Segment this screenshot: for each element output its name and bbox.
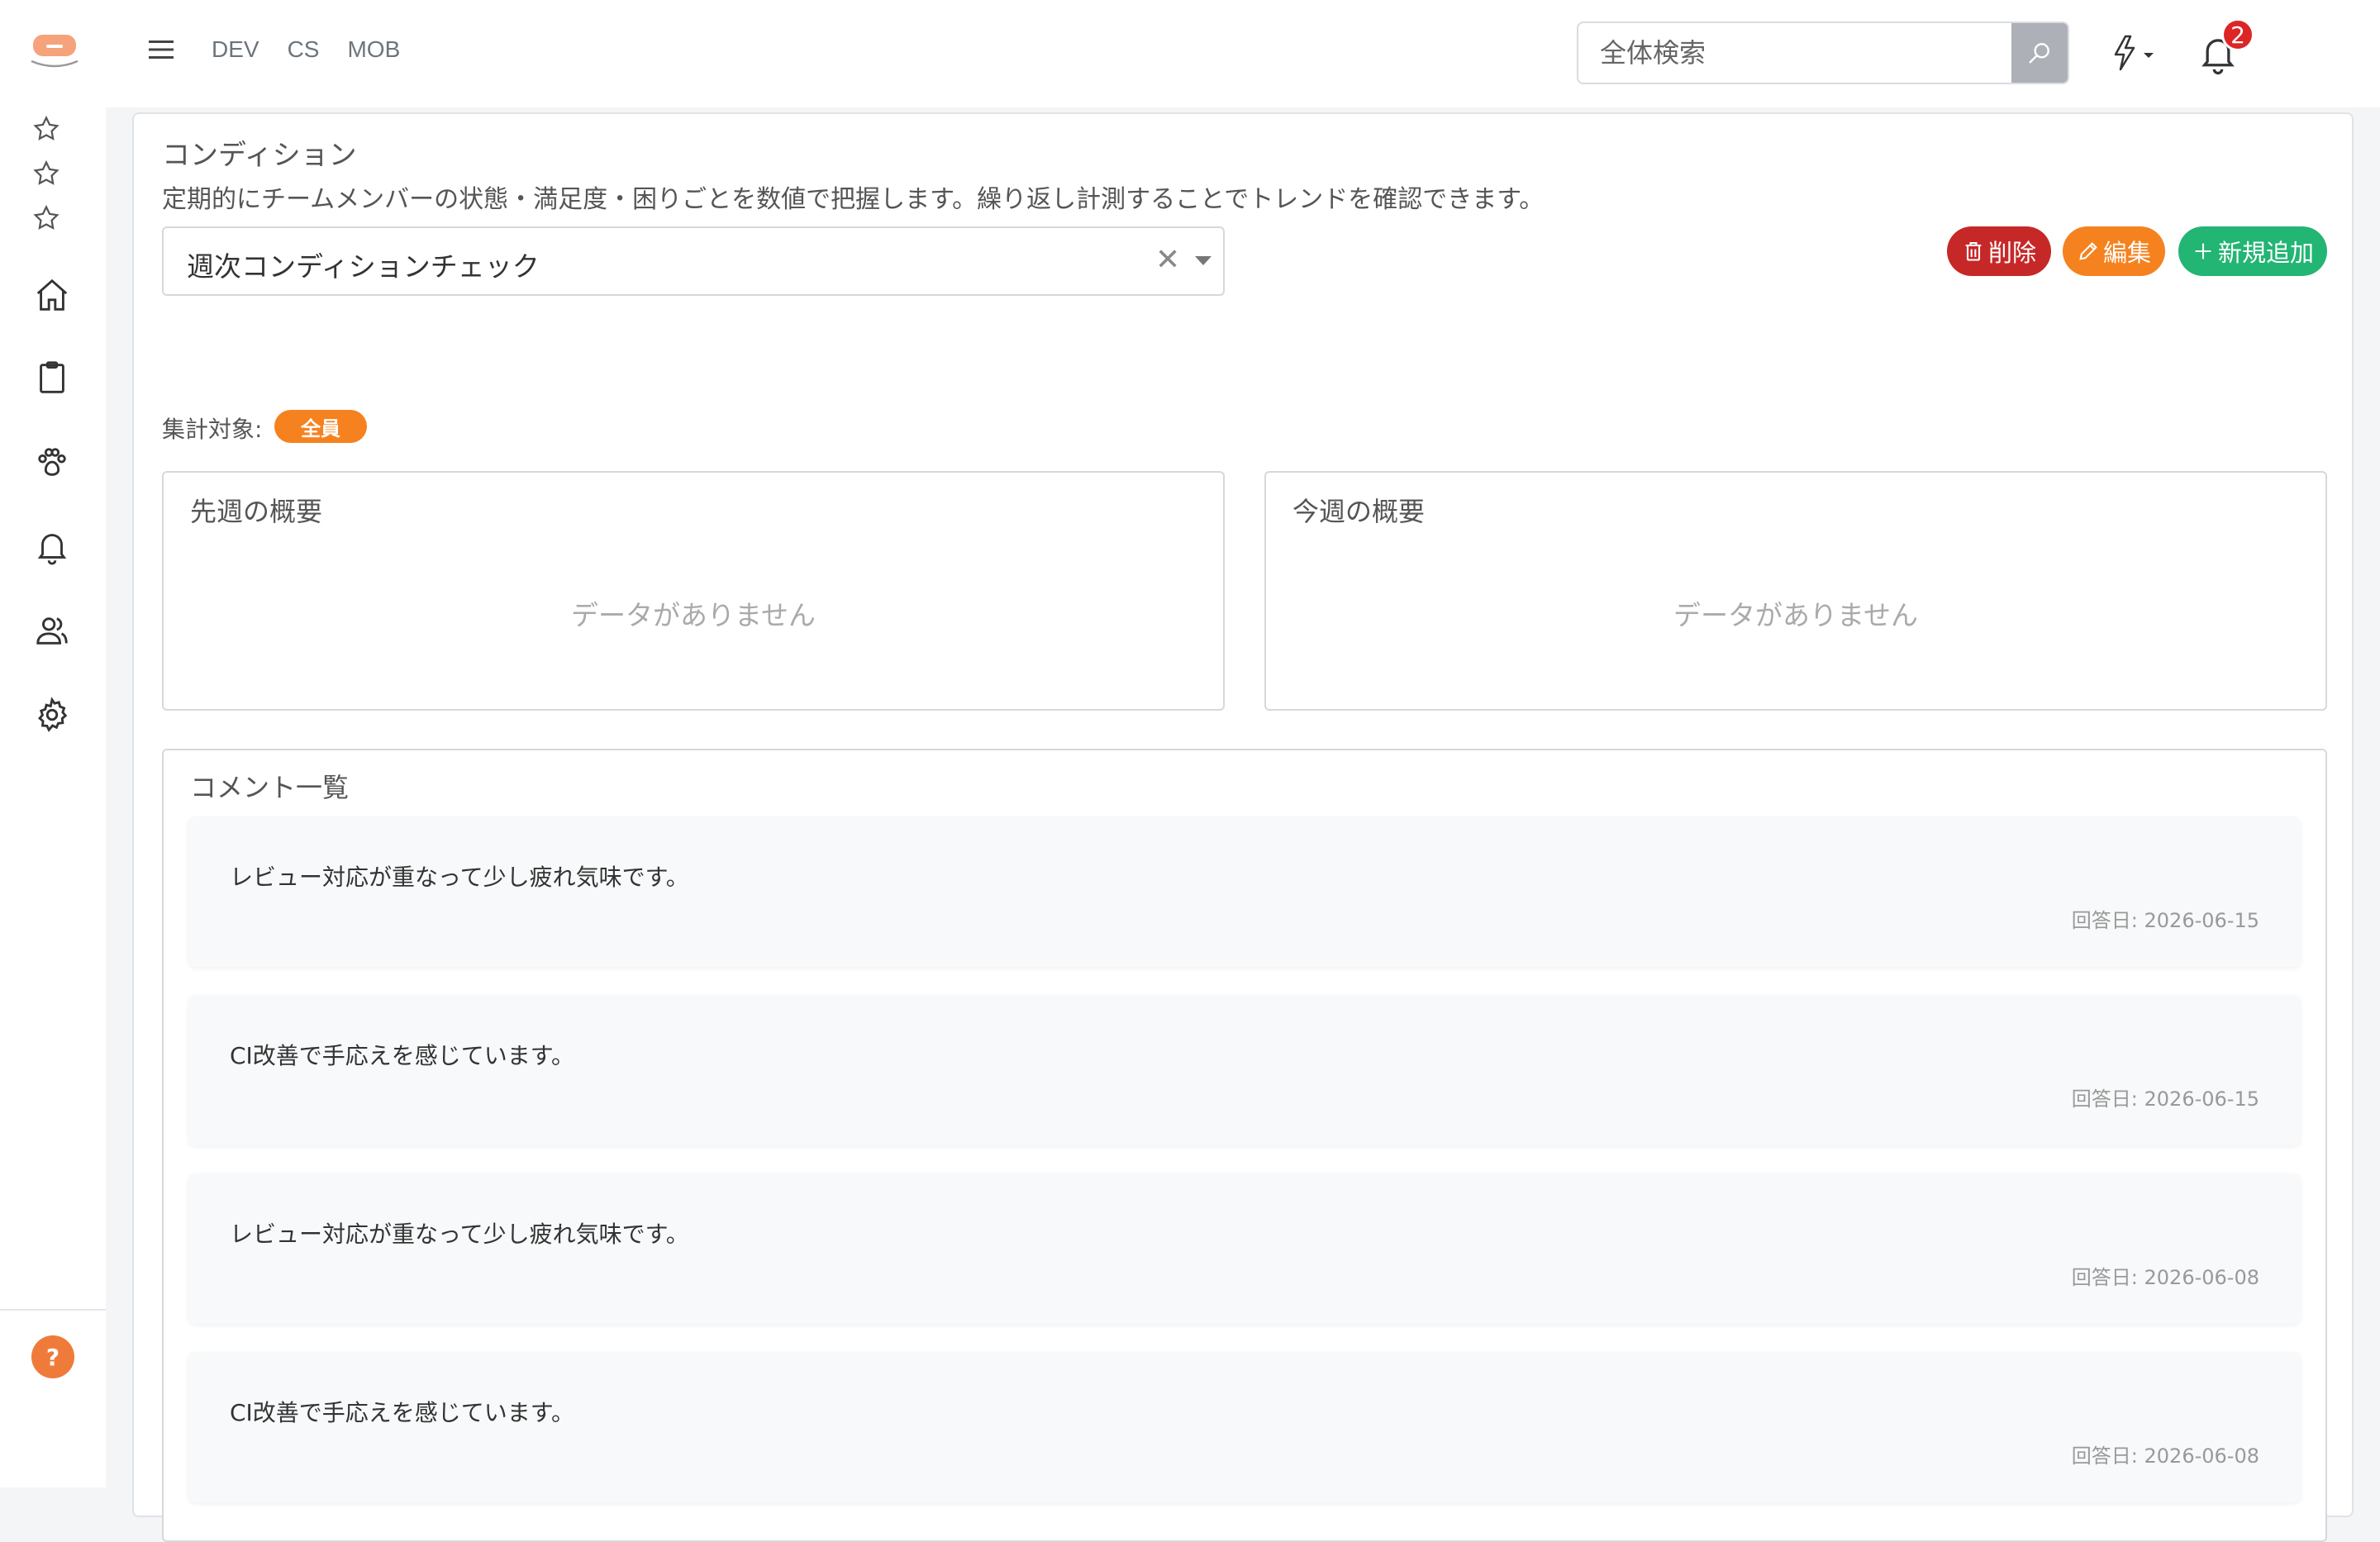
empty-message: データがありません <box>1673 599 1918 631</box>
comment-text: CI改善で手応えを感じています。 <box>230 1042 575 1069</box>
comment-text: レビュー対応が重なって少し疲れ気味です。 <box>230 1221 689 1248</box>
summary-title: 今週の概要 <box>1292 496 1426 527</box>
notification-count-badge: 2 <box>2221 18 2254 51</box>
summary-title: 先週の概要 <box>190 496 323 527</box>
nav-link-mob[interactable]: MOB <box>347 36 400 63</box>
top-header: DEV CS MOB 2 A <box>106 0 2380 107</box>
chevron-down-icon[interactable] <box>1195 256 1211 265</box>
comment-date: 回答日: 2026-06-08 <box>2071 1444 2259 1468</box>
survey-select[interactable]: 週次コンディションチェック ✕ <box>162 226 1225 296</box>
clipboard-icon[interactable] <box>33 359 71 397</box>
add-new-button[interactable]: 新規追加 <box>2178 226 2327 276</box>
help-button[interactable]: ? <box>31 1335 74 1378</box>
quick-actions-button[interactable] <box>2104 30 2162 76</box>
menu-icon[interactable] <box>149 38 174 61</box>
comment-list: コメント一覧 レビュー対応が重なって少し疲れ気味です。 回答日: 2026-06… <box>162 749 2327 1542</box>
survey-select-value: 週次コンディションチェック <box>187 250 540 283</box>
bell-icon[interactable] <box>33 527 71 565</box>
comment-date: 回答日: 2026-06-15 <box>2071 1087 2259 1111</box>
comment-list-title: コメント一覧 <box>190 772 350 803</box>
sidebar: ? <box>0 0 106 1487</box>
app-logo[interactable] <box>30 31 79 73</box>
favorite-star-icon[interactable] <box>31 203 61 233</box>
project-nav: DEV CS MOB <box>212 36 428 63</box>
search-input[interactable] <box>1578 23 2013 83</box>
clear-icon[interactable]: ✕ <box>1155 243 1180 277</box>
page-description: 定期的にチームメンバーの状態・満足度・困りごとを数値で把握します。繰り返し計測す… <box>162 185 1545 214</box>
nav-link-cs[interactable]: CS <box>288 36 320 63</box>
comment-text: レビュー対応が重なって少し疲れ気味です。 <box>230 864 689 891</box>
edit-button[interactable]: 編集 <box>2063 226 2165 276</box>
comment-item: レビュー対応が重なって少し疲れ気味です。 回答日: 2026-06-15 <box>188 816 2301 967</box>
edit-button-label: 編集 <box>2102 239 2151 267</box>
target-label: 集計対象: <box>162 416 263 443</box>
search-button[interactable] <box>2011 23 2068 83</box>
plus-icon <box>2195 243 2211 259</box>
users-icon[interactable] <box>33 612 71 650</box>
sidebar-divider <box>0 1309 106 1311</box>
empty-message: データがありません <box>570 599 816 631</box>
bolt-icon <box>2114 35 2154 71</box>
home-icon[interactable] <box>33 276 71 314</box>
paw-icon[interactable] <box>33 443 71 481</box>
page-title: コンディション <box>162 139 357 172</box>
comment-date: 回答日: 2026-06-15 <box>2071 909 2259 932</box>
global-search <box>1577 21 2069 84</box>
comment-item: CI改善で手応えを感じています。 回答日: 2026-06-08 <box>188 1352 2301 1502</box>
this-week-summary: 今週の概要 データがありません <box>1264 471 2327 711</box>
target-badge: 全員 <box>274 410 367 443</box>
condition-panel: コンディション 定期的にチームメンバーの状態・満足度・困りごとを数値で把握します… <box>132 112 2354 1542</box>
comment-date: 回答日: 2026-06-08 <box>2071 1266 2259 1289</box>
gear-icon[interactable] <box>33 696 71 734</box>
last-week-summary: 先週の概要 データがありません <box>162 471 1225 711</box>
favorite-star-icon[interactable] <box>31 114 61 144</box>
pencil-icon <box>2079 242 2097 260</box>
delete-button[interactable]: 削除 <box>1947 226 2051 276</box>
favorite-star-icon[interactable] <box>31 159 61 188</box>
comment-item: CI改善で手応えを感じています。 回答日: 2026-06-15 <box>188 995 2301 1145</box>
nav-link-dev[interactable]: DEV <box>212 36 259 63</box>
add-new-button-label: 新規追加 <box>2217 239 2314 267</box>
comment-text: CI改善で手応えを感じています。 <box>230 1399 575 1426</box>
search-icon <box>2029 43 2049 64</box>
comment-item: レビュー対応が重なって少し疲れ気味です。 回答日: 2026-06-08 <box>188 1173 2301 1324</box>
trash-icon <box>1965 242 1982 261</box>
delete-button-label: 削除 <box>1987 239 2036 267</box>
